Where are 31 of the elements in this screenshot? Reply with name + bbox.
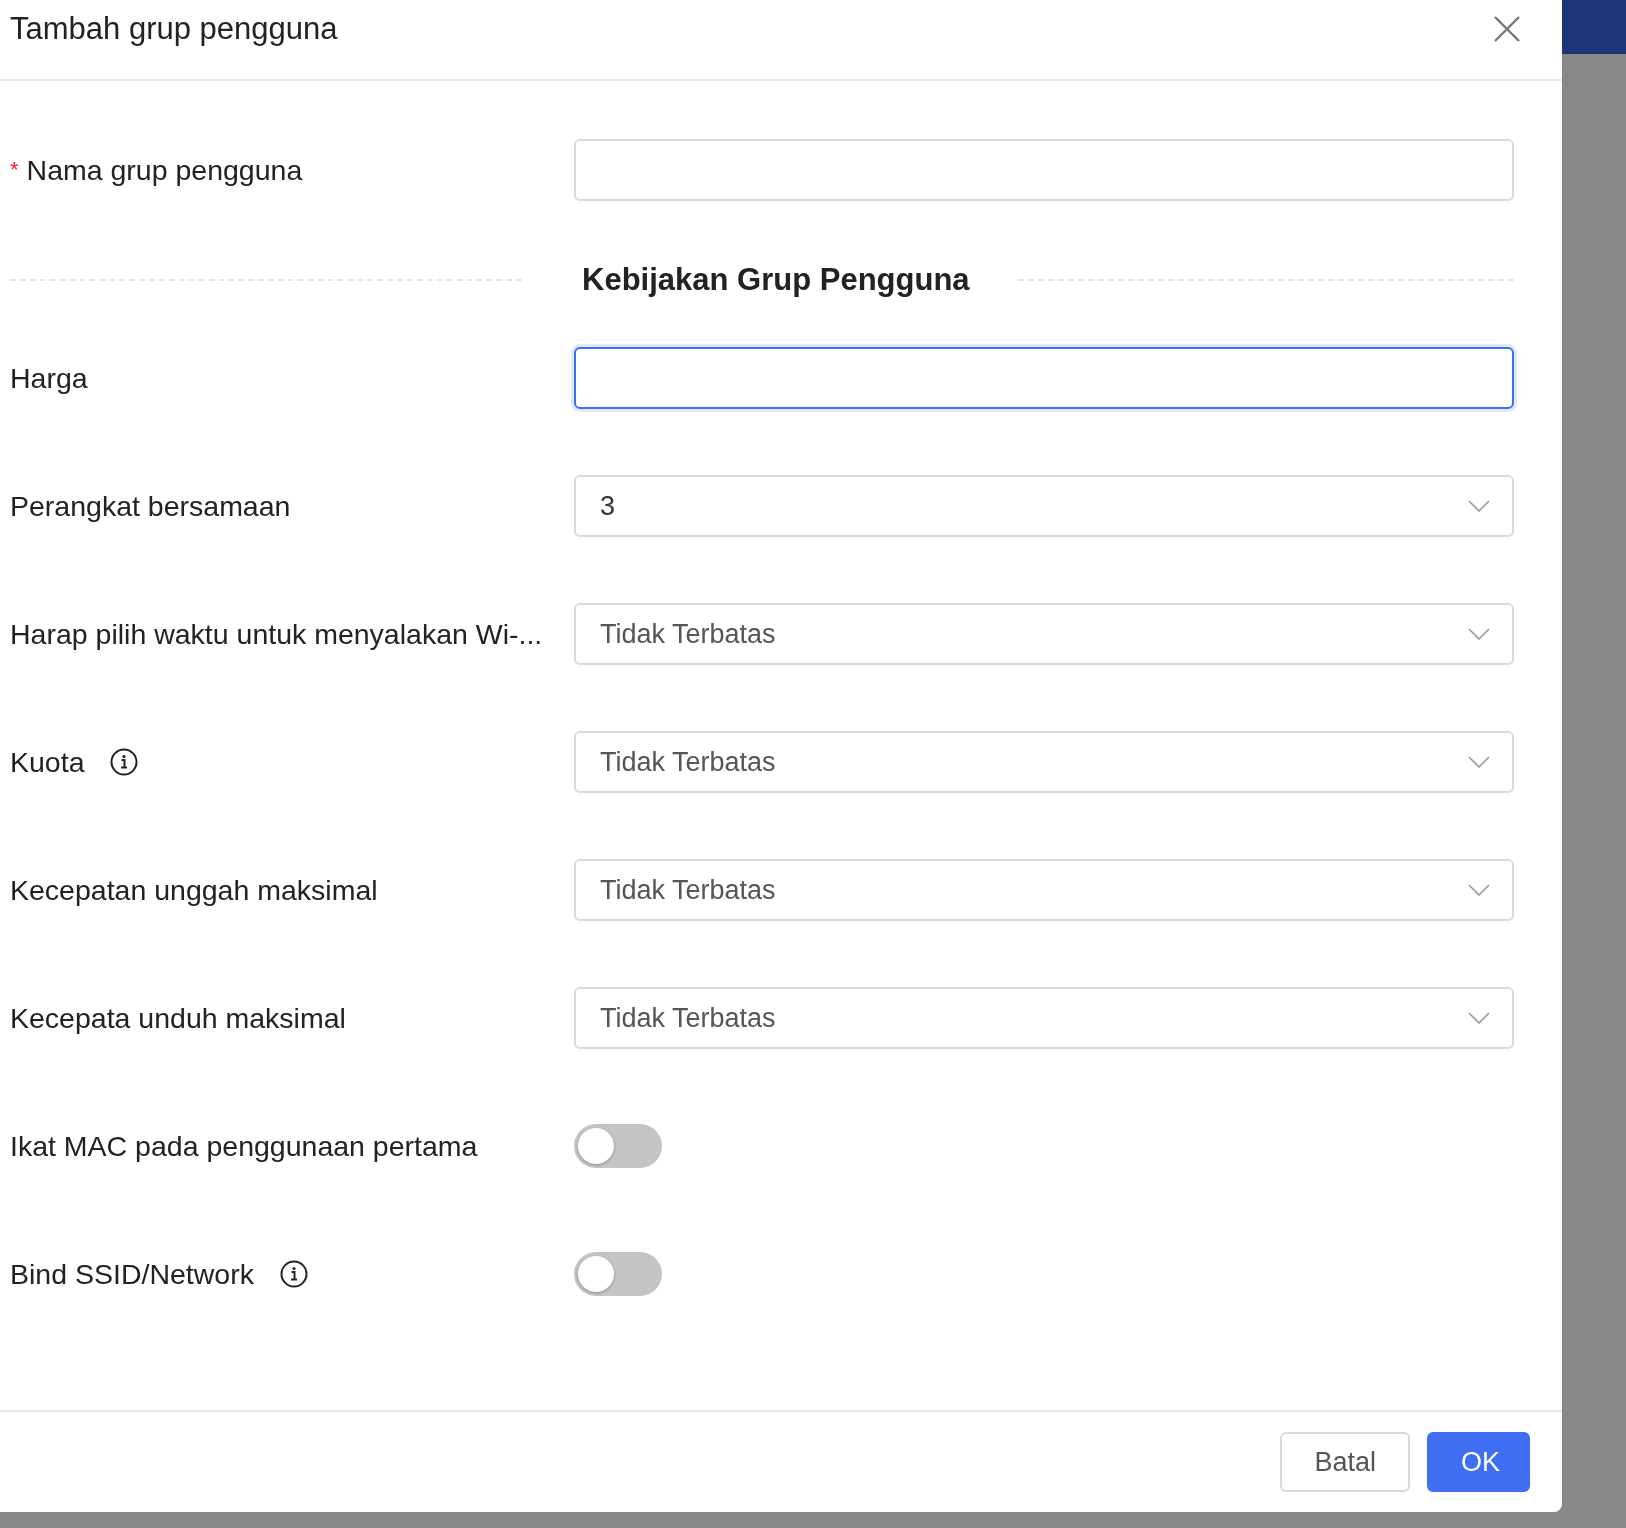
chevron-down-icon: [1468, 1012, 1490, 1024]
select-dropdown[interactable]: 3: [574, 475, 1514, 537]
info-icon[interactable]: [110, 748, 139, 776]
cancel-button[interactable]: Batal: [1280, 1432, 1410, 1492]
section-title: Kebijakan Grup Pengguna: [582, 262, 970, 298]
field-label: Kecepata unduh maksimal: [10, 1001, 346, 1035]
field-label: Harga: [10, 361, 88, 395]
field-label: Kuota: [10, 745, 85, 779]
required-mark: *: [10, 157, 19, 183]
header-bar: [1562, 0, 1626, 54]
select-dropdown[interactable]: Tidak Terbatas: [574, 603, 1514, 665]
select-dropdown[interactable]: Tidak Terbatas: [574, 731, 1514, 793]
field-label: Ikat MAC pada penggunaan pertama: [10, 1129, 478, 1163]
info-icon[interactable]: [279, 1260, 308, 1288]
chevron-down-icon: [1468, 756, 1490, 768]
field-label: Kecepatan unggah maksimal: [10, 873, 378, 907]
text-input[interactable]: [574, 347, 1514, 409]
dialog-title: Tambah grup pengguna: [10, 12, 338, 46]
field-label: Perangkat bersamaan: [10, 489, 291, 523]
toggle-switch[interactable]: [574, 1124, 662, 1168]
toggle-switch[interactable]: [574, 1252, 662, 1296]
chevron-down-icon: [1468, 500, 1490, 512]
close-icon[interactable]: [1494, 16, 1520, 42]
select-dropdown[interactable]: Tidak Terbatas: [574, 859, 1514, 921]
field-label: Nama grup pengguna: [26, 153, 303, 187]
chevron-down-icon: [1468, 884, 1490, 896]
ok-button[interactable]: OK: [1427, 1432, 1530, 1492]
field-label: Bind SSID/Network: [10, 1257, 254, 1291]
field-label: Harap pilih waktu untuk menyalakan Wi-...: [10, 617, 543, 651]
select-dropdown[interactable]: Tidak Terbatas: [574, 987, 1514, 1049]
chevron-down-icon: [1468, 628, 1490, 640]
